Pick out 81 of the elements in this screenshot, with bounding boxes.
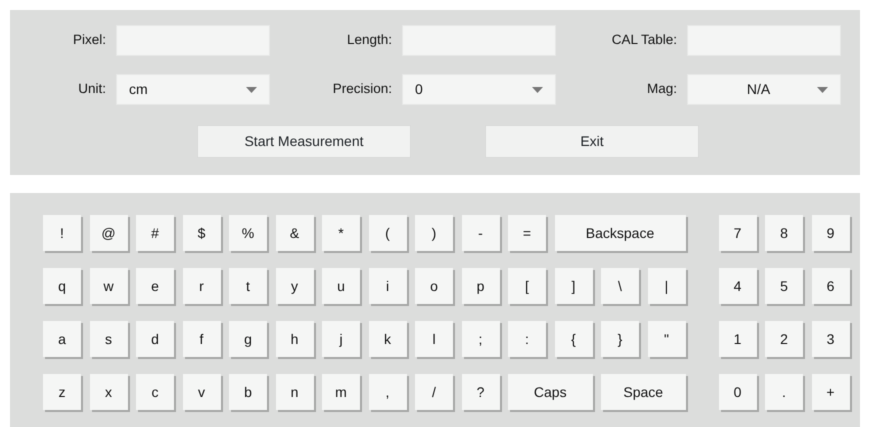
key-button[interactable]: v	[182, 374, 220, 410]
key-button[interactable]: j	[322, 321, 360, 357]
key-button[interactable]: 8	[765, 215, 803, 251]
key-button[interactable]: p	[462, 268, 500, 304]
caret-icon	[817, 86, 828, 92]
key-button[interactable]: 2	[765, 321, 803, 357]
key-button[interactable]: o	[415, 268, 453, 304]
key-button[interactable]: \	[601, 268, 639, 304]
caret-icon	[532, 86, 543, 92]
key-button[interactable]: 1	[718, 321, 756, 357]
input-field[interactable]	[116, 25, 270, 56]
key-button[interactable]: |	[648, 268, 686, 304]
dropdown-field[interactable]: cm	[116, 74, 270, 105]
key-button[interactable]: 5	[765, 268, 803, 304]
action-button[interactable]: Exit	[485, 125, 699, 158]
key-button[interactable]: y	[276, 268, 314, 304]
key-button[interactable]: l	[415, 321, 453, 357]
key-button[interactable]: :	[508, 321, 546, 357]
key-button[interactable]: u	[322, 268, 360, 304]
key-button[interactable]: 6	[812, 268, 850, 304]
key-button[interactable]: 4	[718, 268, 756, 304]
key-button[interactable]: ;	[462, 321, 500, 357]
key-button[interactable]: 3	[812, 321, 850, 357]
key-button[interactable]: f	[182, 321, 220, 357]
key-button[interactable]: Space	[601, 374, 686, 410]
key-button[interactable]: k	[368, 321, 406, 357]
key-button[interactable]: s	[90, 321, 128, 357]
key-button[interactable]: b	[229, 374, 267, 410]
key-button[interactable]: x	[90, 374, 128, 410]
key-button[interactable]: %	[229, 215, 267, 251]
field-label: Unit:	[77, 80, 107, 98]
key-button[interactable]: n	[276, 374, 314, 410]
key-button[interactable]: d	[136, 321, 174, 357]
key-button[interactable]: Caps	[508, 374, 592, 410]
field-label: CAL Table:	[610, 31, 678, 50]
key-button[interactable]: )	[415, 215, 453, 251]
key-button[interactable]: r	[182, 268, 220, 304]
key-button[interactable]: "	[648, 321, 686, 357]
key-button[interactable]: &	[276, 215, 314, 251]
key-button[interactable]: [	[508, 268, 546, 304]
key-button[interactable]: ?	[462, 374, 500, 410]
caret-icon	[246, 86, 257, 92]
key-button[interactable]: @	[90, 215, 128, 251]
key-button[interactable]: $	[182, 215, 220, 251]
field-label: Length:	[346, 31, 393, 50]
key-button[interactable]: .	[765, 374, 803, 410]
key-button[interactable]: +	[812, 374, 850, 410]
key-button[interactable]: g	[229, 321, 267, 357]
key-button[interactable]: e	[136, 268, 174, 304]
input-field[interactable]	[687, 25, 841, 56]
key-button[interactable]: -	[462, 215, 500, 251]
key-button[interactable]: z	[43, 374, 81, 410]
key-button[interactable]: =	[508, 215, 546, 251]
field-label: Mag:	[646, 80, 678, 98]
key-button[interactable]: ]	[554, 268, 592, 304]
key-button[interactable]: h	[276, 321, 314, 357]
key-button[interactable]: q	[43, 268, 81, 304]
key-button[interactable]: *	[322, 215, 360, 251]
key-button[interactable]: /	[415, 374, 453, 410]
input-field[interactable]	[402, 25, 556, 56]
key-button[interactable]: t	[229, 268, 267, 304]
dropdown-field[interactable]: N/A	[687, 74, 841, 105]
field-label: Pixel:	[72, 31, 107, 50]
key-button[interactable]: a	[43, 321, 81, 357]
key-button[interactable]: 0	[718, 374, 756, 410]
action-button[interactable]: Start Measurement	[197, 125, 411, 158]
key-button[interactable]: i	[368, 268, 406, 304]
key-button[interactable]: ,	[368, 374, 406, 410]
key-button[interactable]: m	[322, 374, 360, 410]
key-button[interactable]: (	[368, 215, 406, 251]
key-button[interactable]: c	[136, 374, 174, 410]
key-button[interactable]: }	[601, 321, 639, 357]
dropdown-field[interactable]: 0	[402, 74, 556, 105]
field-label: Precision:	[332, 80, 393, 98]
key-button[interactable]: !	[43, 215, 81, 251]
key-button[interactable]: #	[136, 215, 174, 251]
key-button[interactable]: w	[90, 268, 128, 304]
key-button[interactable]: Backspace	[554, 215, 686, 251]
key-button[interactable]: {	[554, 321, 592, 357]
key-button[interactable]: 9	[812, 215, 850, 251]
key-button[interactable]: 7	[718, 215, 756, 251]
